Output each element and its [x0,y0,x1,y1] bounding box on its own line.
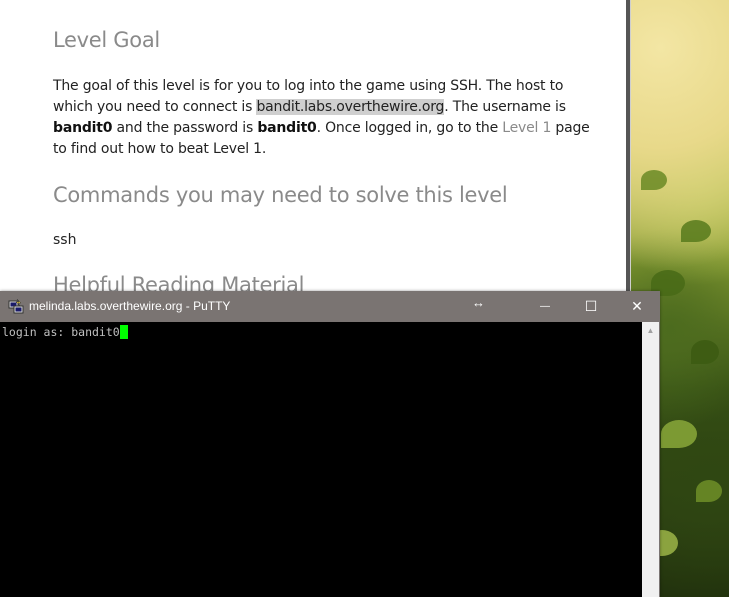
minimize-icon: — [540,301,550,312]
host-highlighted: bandit.labs.overthewire.org [256,99,445,115]
password-value: bandit0 [257,120,317,136]
leaf-shape [641,170,667,190]
leaf-shape [691,340,719,364]
terminal-area[interactable]: login as: bandit0 [0,322,642,597]
level-goal-paragraph: The goal of this level is for you to log… [53,76,593,160]
putty-app-icon[interactable] [8,298,24,314]
move-cursor-icon: ↔ [472,295,485,310]
command-ssh: ssh [53,232,77,248]
goal-text-4: . Once logged in, go to the [316,120,503,136]
putty-window-title: melinda.labs.overthewire.org - PuTTY [29,299,231,313]
level-goal-heading: Level Goal [53,28,160,52]
login-prompt: login as: bandit0 [2,325,120,339]
scroll-up-icon[interactable]: ▲ [642,322,659,339]
username-value: bandit0 [53,120,113,136]
close-button[interactable]: ✕ [614,291,660,322]
commands-heading: Commands you may need to solve this leve… [53,183,508,207]
leaf-shape [661,420,697,448]
minimize-button[interactable]: — [522,291,568,322]
terminal-line: login as: bandit0 [2,325,128,339]
leaf-shape [681,220,711,242]
maximize-icon: ☐ [584,298,598,314]
terminal-cursor [119,325,128,339]
putty-window[interactable]: melinda.labs.overthewire.org - PuTTY ↔ —… [0,291,660,597]
goal-text-2: . The username is [444,99,566,115]
level-1-link[interactable]: Level 1 [502,120,551,136]
putty-titlebar[interactable]: melinda.labs.overthewire.org - PuTTY ↔ —… [0,291,660,322]
leaf-shape [696,480,722,502]
terminal-scrollbar[interactable]: ▲ [642,322,659,597]
goal-text-3: and the password is [112,120,258,136]
close-icon: ✕ [631,298,643,314]
maximize-button[interactable]: ☐ [568,291,614,322]
